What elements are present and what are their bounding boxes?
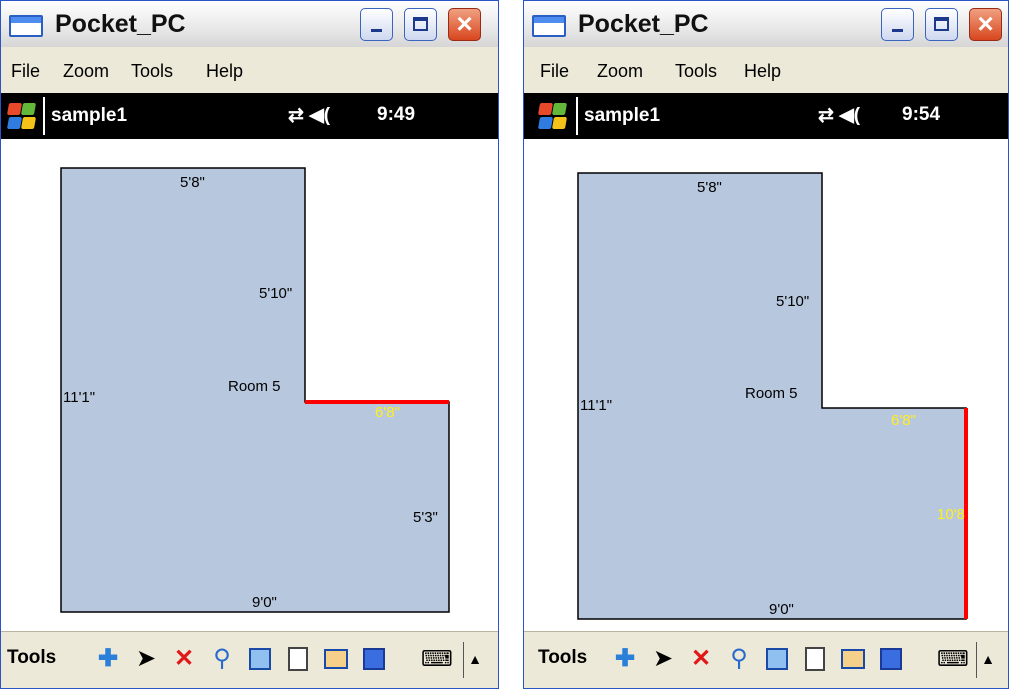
pocket-pc-window-1: Pocket_PC × File Zoom Tools Help sample1… — [0, 0, 499, 689]
dimension-inner-vertical[interactable]: 5'10" — [776, 293, 809, 310]
menu-help[interactable]: Help — [206, 61, 243, 82]
tools-menu[interactable]: Tools — [7, 647, 56, 669]
navigation-bar: sample1 ⇄ ◀( 9:49 — [1, 93, 498, 139]
navigation-bar: sample1 ⇄ ◀( 9:54 — [524, 93, 1008, 139]
floor-plan-canvas[interactable]: 5'8" 5'10" 11'1" Room 5 6'8" 10'8 9'0" — [524, 139, 1008, 633]
menu-zoom[interactable]: Zoom — [63, 61, 109, 82]
maximize-button[interactable] — [925, 8, 958, 41]
delete-icon[interactable]: ✕ — [169, 644, 199, 674]
dimension-step-selected[interactable]: 6'8" — [375, 404, 400, 421]
pointer-icon[interactable]: ➤ — [131, 644, 161, 674]
nav-divider — [576, 97, 578, 135]
clock-time[interactable]: 9:49 — [377, 104, 415, 126]
window-icon — [9, 15, 43, 37]
notes-icon[interactable] — [283, 644, 313, 674]
connectivity-sound-icon[interactable]: ⇄ ◀( — [288, 104, 330, 127]
dimension-top[interactable]: 5'8" — [697, 179, 722, 196]
pointer-icon[interactable]: ➤ — [648, 644, 678, 674]
menu-tools[interactable]: Tools — [675, 61, 717, 82]
up-arrow-icon[interactable]: ▲ — [980, 644, 996, 674]
window-icon — [532, 15, 566, 37]
nav-divider — [43, 97, 45, 135]
menu-tools[interactable]: Tools — [131, 61, 173, 82]
keyboard-icon[interactable]: ⌨ — [421, 644, 453, 674]
zoom-icon[interactable]: ⚲ — [724, 644, 754, 674]
menu-file[interactable]: File — [540, 61, 569, 82]
menu-help[interactable]: Help — [744, 61, 781, 82]
window-title: Pocket_PC — [55, 10, 186, 38]
dimension-bottom[interactable]: 9'0" — [252, 594, 277, 611]
menu-bar: File Zoom Tools Help — [1, 47, 498, 94]
menu-bar: File Zoom Tools Help — [524, 47, 1008, 94]
bottom-toolbar: Tools ✚ ➤ ✕ ⚲ ⌨ ▲ — [1, 631, 498, 688]
close-button[interactable]: × — [448, 8, 481, 41]
zoom-icon[interactable]: ⚲ — [207, 644, 237, 674]
dimension-inner-vertical[interactable]: 5'10" — [259, 285, 292, 302]
dimension-top[interactable]: 5'8" — [180, 174, 205, 191]
dimension-right-selected[interactable]: 10'8 — [937, 506, 965, 523]
floor-plan-canvas[interactable]: 5'8" 5'10" 11'1" Room 5 6'8" 5'3" 9'0" — [1, 139, 498, 633]
add-icon[interactable]: ✚ — [610, 644, 640, 674]
close-button[interactable]: × — [969, 8, 1002, 41]
keyboard-icon[interactable]: ⌨ — [937, 644, 969, 674]
minimize-button[interactable] — [881, 8, 914, 41]
view-icon[interactable] — [838, 644, 868, 674]
title-bar[interactable]: Pocket_PC × — [524, 1, 1008, 47]
tools-menu[interactable]: Tools — [538, 647, 587, 669]
document-name: sample1 — [584, 105, 661, 126]
bottom-toolbar: Tools ✚ ➤ ✕ ⚲ ⌨ ▲ — [524, 631, 1008, 688]
save-icon[interactable] — [359, 644, 389, 674]
window-title: Pocket_PC — [578, 10, 709, 38]
room-label[interactable]: Room 5 — [228, 378, 281, 395]
view-icon[interactable] — [321, 644, 351, 674]
room-label[interactable]: Room 5 — [745, 385, 798, 402]
toolbar-divider — [463, 642, 464, 678]
menu-file[interactable]: File — [11, 61, 40, 82]
dimension-left[interactable]: 11'1" — [63, 389, 95, 406]
clock-time[interactable]: 9:54 — [902, 104, 940, 126]
edit-icon[interactable] — [762, 644, 792, 674]
toolbar-divider — [976, 642, 977, 678]
windows-start-icon[interactable] — [536, 101, 568, 131]
menu-zoom[interactable]: Zoom — [597, 61, 643, 82]
add-icon[interactable]: ✚ — [93, 644, 123, 674]
dimension-step[interactable]: 6'8" — [891, 412, 916, 429]
title-bar[interactable]: Pocket_PC × — [1, 1, 498, 47]
notes-icon[interactable] — [800, 644, 830, 674]
edit-icon[interactable] — [245, 644, 275, 674]
up-arrow-icon[interactable]: ▲ — [467, 644, 483, 674]
pocket-pc-window-2: Pocket_PC × File Zoom Tools Help sample1… — [523, 0, 1009, 689]
dimension-right[interactable]: 5'3" — [413, 509, 438, 526]
minimize-button[interactable] — [360, 8, 393, 41]
delete-icon[interactable]: ✕ — [686, 644, 716, 674]
connectivity-sound-icon[interactable]: ⇄ ◀( — [818, 104, 860, 127]
maximize-button[interactable] — [404, 8, 437, 41]
dimension-bottom[interactable]: 9'0" — [769, 601, 794, 618]
windows-start-icon[interactable] — [5, 101, 37, 131]
dimension-left[interactable]: 11'1" — [580, 397, 612, 414]
document-name: sample1 — [51, 105, 128, 126]
save-icon[interactable] — [876, 644, 906, 674]
